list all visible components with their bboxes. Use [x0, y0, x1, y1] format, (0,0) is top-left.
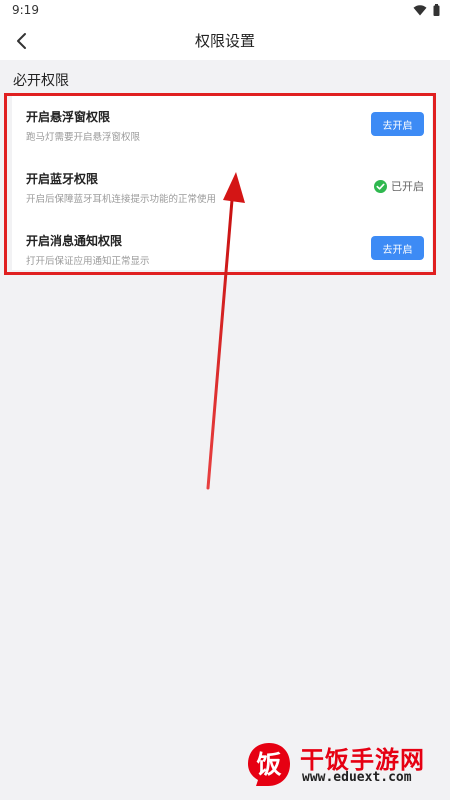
wifi-icon [413, 5, 427, 16]
status-time: 9:19 [12, 3, 39, 17]
enabled-status-label: 已开启 [391, 180, 424, 193]
battery-icon [433, 4, 440, 16]
watermark-logo: 饭 [248, 743, 290, 786]
enable-overlay-button[interactable]: 去开启 [371, 112, 424, 136]
page-title: 权限设置 [194, 32, 255, 50]
permission-description: 打开后保证应用通知正常显示 [26, 256, 150, 267]
enabled-status: 已开启 [374, 178, 424, 194]
enable-notification-button[interactable]: 去开启 [371, 236, 424, 260]
permissions-card: 开启悬浮窗权限 跑马灯需要开启悬浮窗权限 去开启 开启蓝牙权限 开启后保障蓝牙耳… [12, 95, 432, 270]
permission-title: 开启蓝牙权限 [26, 172, 99, 186]
watermark-url: www.eduext.com [302, 770, 412, 785]
check-circle-icon [374, 179, 387, 193]
permission-description: 开启后保障蓝牙耳机连接提示功能的正常使用 [26, 194, 217, 205]
status-bar: 9:19 [0, 0, 450, 22]
permission-row-bluetooth: 开启蓝牙权限 开启后保障蓝牙耳机连接提示功能的正常使用 已开启 [12, 167, 432, 217]
permission-description: 跑马灯需要开启悬浮窗权限 [26, 132, 141, 143]
permission-row-overlay: 开启悬浮窗权限 跑马灯需要开启悬浮窗权限 去开启 [12, 105, 432, 155]
permission-title: 开启消息通知权限 [26, 234, 123, 248]
watermark: 饭 干饭手游网 www.eduext.com [242, 736, 442, 794]
status-icons [413, 4, 440, 16]
title-bar: 权限设置 [0, 22, 450, 60]
section-label: 必开权限 [13, 73, 69, 89]
permission-row-notification: 开启消息通知权限 打开后保证应用通知正常显示 去开启 [12, 229, 432, 279]
svg-text:饭: 饭 [256, 750, 281, 779]
permission-title: 开启悬浮窗权限 [26, 110, 111, 124]
